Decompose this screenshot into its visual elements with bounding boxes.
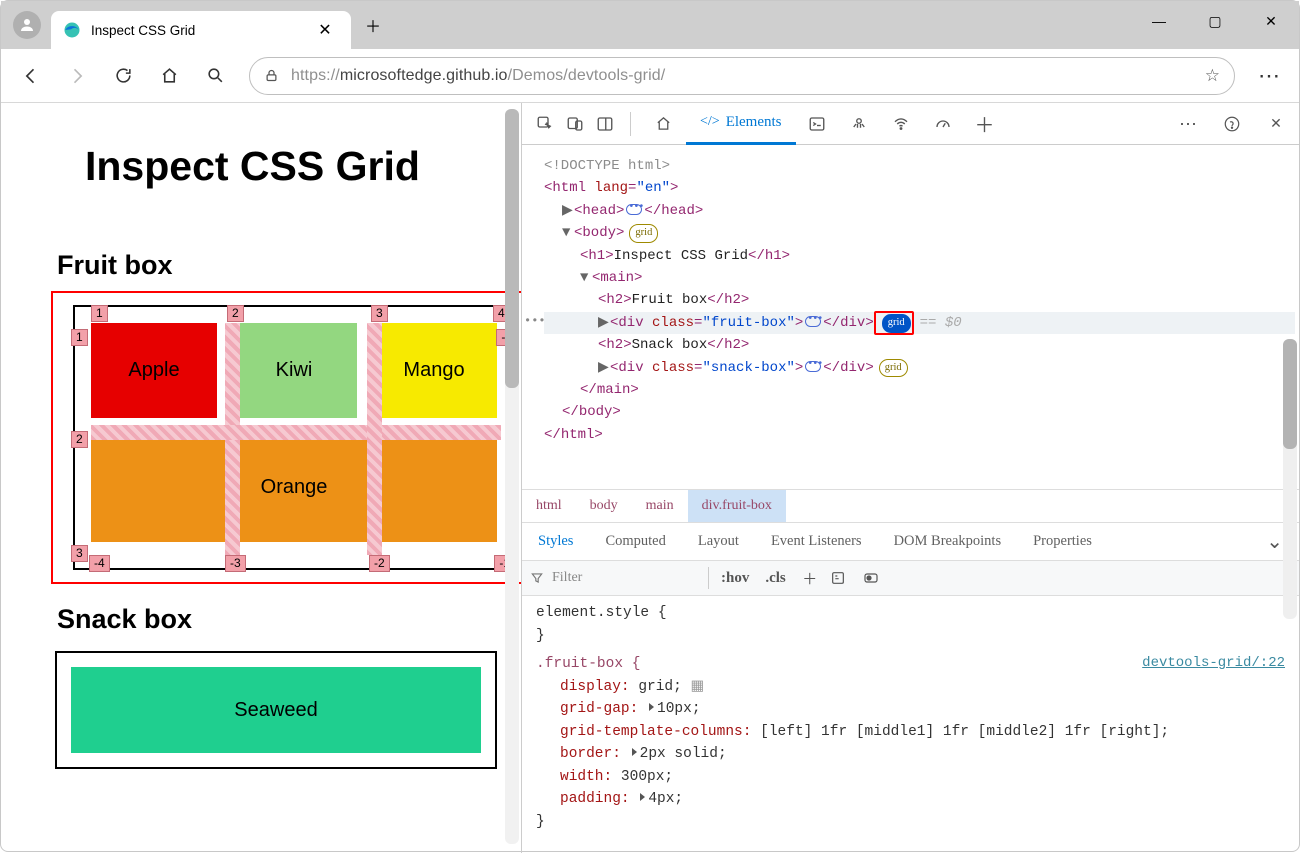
window-controls: ― ▢ ✕ xyxy=(1131,1,1299,41)
doctype: <!DOCTYPE html> xyxy=(544,158,670,174)
close-tab-icon[interactable]: ✕ xyxy=(311,16,339,44)
snack-box: Seaweed xyxy=(55,651,497,769)
cell-kiwi: Kiwi xyxy=(231,323,357,418)
window-titlebar: Inspect CSS Grid ✕ ＋ ― ▢ ✕ xyxy=(1,1,1299,49)
tab-dom-breakpoints[interactable]: DOM Breakpoints xyxy=(878,523,1018,560)
tab-styles[interactable]: Styles xyxy=(522,523,589,560)
grid-label: 3 xyxy=(371,305,388,322)
snack-heading: Snack box xyxy=(57,604,521,635)
grid-badge[interactable]: grid xyxy=(879,359,908,378)
maximize-button[interactable]: ▢ xyxy=(1187,1,1243,41)
crumb-body[interactable]: body xyxy=(576,490,632,522)
tab-elements-label: Elements xyxy=(726,114,782,131)
grid-label: -2 xyxy=(369,555,390,572)
browser-tab[interactable]: Inspect CSS Grid ✕ xyxy=(51,11,351,49)
close-devtools-icon[interactable]: ✕ xyxy=(1261,109,1291,139)
edge-favicon xyxy=(63,21,81,39)
refresh-button[interactable] xyxy=(103,56,143,96)
grid-label: 1 xyxy=(91,305,108,322)
new-rule-icon[interactable]: ＋ xyxy=(798,568,822,589)
devtools-scrollbar[interactable] xyxy=(1283,339,1297,619)
grid-badge[interactable]: grid xyxy=(629,224,658,243)
styles-pane[interactable]: element.style { } .fruit-box {devtools-g… xyxy=(522,596,1299,853)
crumb-selected[interactable]: div.fruit-box xyxy=(688,490,786,522)
dock-side-icon[interactable] xyxy=(590,109,620,139)
tab-layout[interactable]: Layout xyxy=(682,523,755,560)
selected-dom-node[interactable]: ▶<div class="fruit-box"></div>grid== $0 xyxy=(544,312,1295,334)
toggle-icon[interactable] xyxy=(862,570,886,586)
profile-icon[interactable] xyxy=(13,11,41,39)
hov-button[interactable]: :hov xyxy=(717,570,753,587)
tab-welcome[interactable] xyxy=(641,103,686,145)
styles-filter[interactable]: Filter xyxy=(530,570,700,586)
inspect-element-icon[interactable] xyxy=(530,109,560,139)
chevron-down-icon[interactable]: ⌄ xyxy=(1266,529,1283,554)
tab-properties[interactable]: Properties xyxy=(1017,523,1108,560)
crumb-html[interactable]: html xyxy=(522,490,576,522)
fruit-heading: Fruit box xyxy=(57,250,521,281)
grid-label: 2 xyxy=(71,431,88,448)
page-viewport: Inspect CSS Grid Fruit box 1 2 3 4 1 2 3… xyxy=(1,103,521,853)
grid-label: 3 xyxy=(71,545,88,562)
source-link[interactable]: devtools-grid/:22 xyxy=(1142,653,1285,675)
dom-tree[interactable]: <!DOCTYPE html> <html lang="en"> ▶<head>… xyxy=(522,145,1299,489)
device-toolbar-icon[interactable] xyxy=(560,109,590,139)
cell-apple: Apple xyxy=(91,323,217,418)
network-icon[interactable] xyxy=(886,109,916,139)
search-button[interactable] xyxy=(195,56,235,96)
grid-label: 2 xyxy=(227,305,244,322)
page-scrollbar[interactable] xyxy=(505,109,519,844)
lock-icon[interactable] xyxy=(264,68,279,83)
tab-elements[interactable]: </> Elements xyxy=(686,103,796,145)
cell-orange: Orange xyxy=(91,432,497,542)
minimize-button[interactable]: ― xyxy=(1131,1,1187,41)
page-title: Inspect CSS Grid xyxy=(85,143,521,190)
element-style-rule: element.style { xyxy=(536,602,1289,624)
tab-title: Inspect CSS Grid xyxy=(91,23,301,38)
styles-tabs: Styles Computed Layout Event Listeners D… xyxy=(522,522,1299,560)
fruit-box: 1 2 3 4 1 2 3 -1 -4 -3 -2 -1 Apple xyxy=(73,305,515,570)
grid-label: 1 xyxy=(71,329,88,346)
console-icon[interactable] xyxy=(802,109,832,139)
grid-badge-active[interactable]: grid xyxy=(882,314,911,333)
address-bar[interactable]: https://microsoftedge.github.io/Demos/de… xyxy=(249,57,1235,95)
breadcrumb: html body main div.fruit-box xyxy=(522,489,1299,522)
back-button[interactable] xyxy=(11,56,51,96)
help-icon[interactable] xyxy=(1217,109,1247,139)
more-tabs-icon[interactable]: ＋ xyxy=(970,109,1000,139)
url-text: https://microsoftedge.github.io/Demos/de… xyxy=(291,67,1193,85)
sources-icon[interactable] xyxy=(844,109,874,139)
styles-toolbar: Filter :hov .cls ＋ xyxy=(522,560,1299,596)
grid-editor-icon[interactable]: ▦ xyxy=(691,679,705,695)
crumb-main[interactable]: main xyxy=(632,490,688,522)
tab-event-listeners[interactable]: Event Listeners xyxy=(755,523,878,560)
devtools-panel: </> Elements ＋ ⋯ ✕ <!DOCTYPE html> <html… xyxy=(521,103,1299,853)
cls-button[interactable]: .cls xyxy=(761,570,789,587)
home-button[interactable] xyxy=(149,56,189,96)
grid-label: -3 xyxy=(225,555,246,572)
devtools-toolbar: </> Elements ＋ ⋯ ✕ xyxy=(522,103,1299,145)
cell-seaweed: Seaweed xyxy=(71,667,481,753)
tab-computed[interactable]: Computed xyxy=(589,523,681,560)
performance-icon[interactable] xyxy=(928,109,958,139)
new-tab-button[interactable]: ＋ xyxy=(359,11,387,39)
browser-toolbar: https://microsoftedge.github.io/Demos/de… xyxy=(1,49,1299,103)
close-window-button[interactable]: ✕ xyxy=(1243,1,1299,41)
forward-button[interactable] xyxy=(57,56,97,96)
cell-mango: Mango xyxy=(371,323,497,418)
computed-styles-icon[interactable] xyxy=(830,570,854,586)
selection-highlight: 1 2 3 4 1 2 3 -1 -4 -3 -2 -1 Apple xyxy=(51,291,521,584)
favorite-icon[interactable]: ☆ xyxy=(1205,66,1220,86)
settings-menu-button[interactable]: ⋯ xyxy=(1249,56,1289,96)
grid-label: -4 xyxy=(89,555,110,572)
devtools-settings-icon[interactable]: ⋯ xyxy=(1173,109,1203,139)
